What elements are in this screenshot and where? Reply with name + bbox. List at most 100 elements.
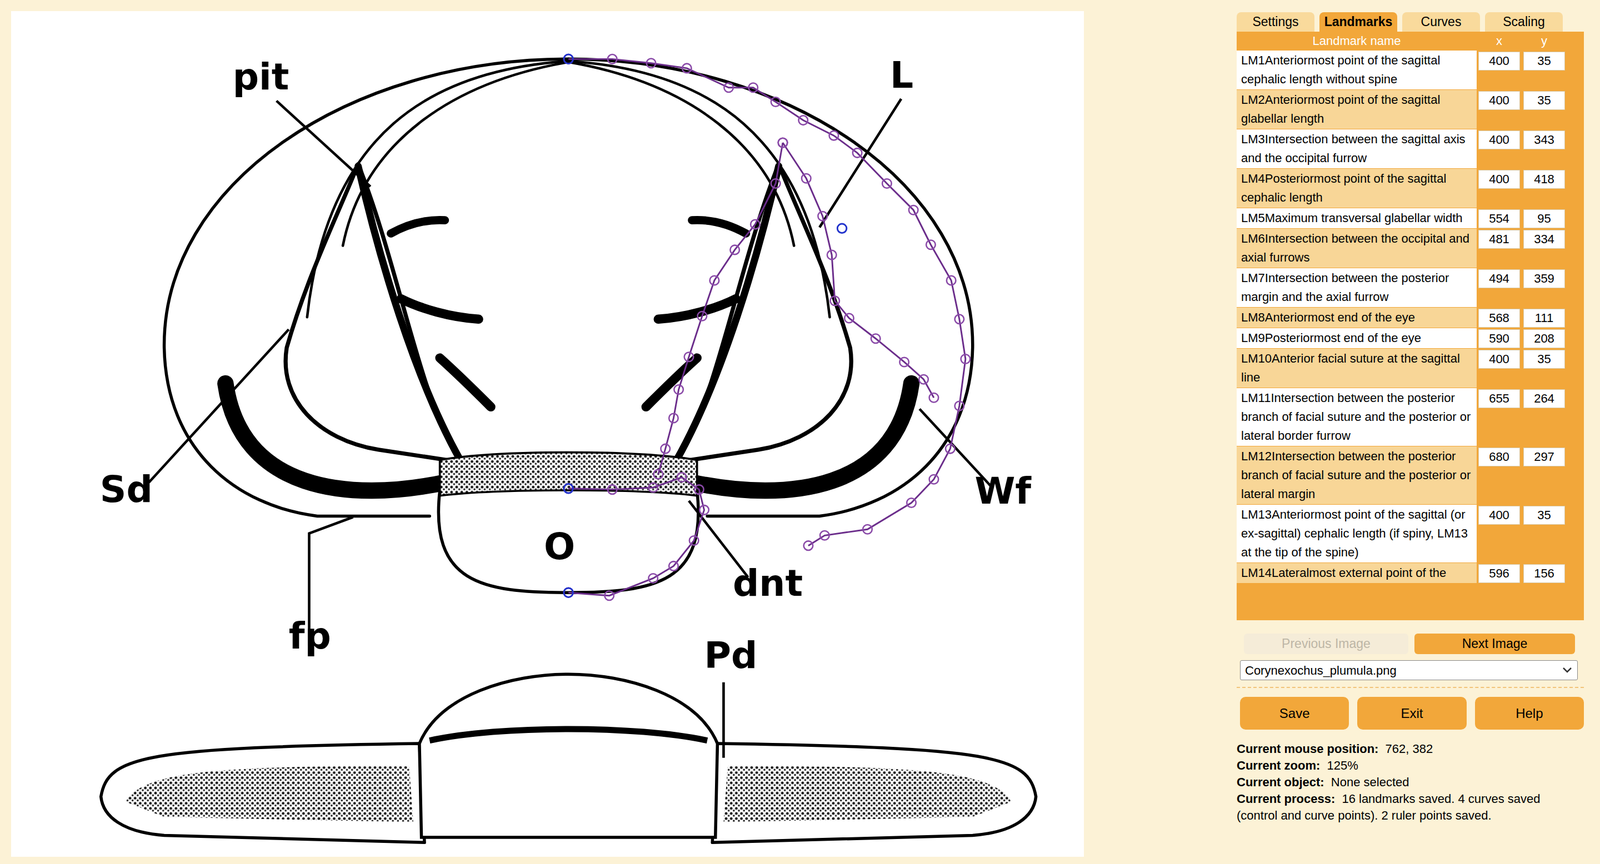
coord-input-y[interactable]: 35	[1523, 506, 1565, 525]
table-row[interactable]: LM2Anteriormost point of the sagittal gl…	[1236, 89, 1584, 129]
coord-cell: 343	[1521, 129, 1567, 150]
landmark-name: LM5Maximum transversal glabellar width	[1236, 208, 1477, 229]
action-buttons: SaveExitHelp	[1236, 697, 1584, 730]
coord-cell: 359	[1521, 268, 1567, 289]
coord-input-y[interactable]: 343	[1523, 130, 1565, 150]
coord-input-x[interactable]: 596	[1478, 564, 1520, 584]
file-select[interactable]: Corynexochus_plumula.png	[1240, 660, 1578, 681]
tab-label: Curves	[1421, 12, 1462, 32]
table-row[interactable]: LM14Lateralmost external point of the596…	[1236, 562, 1584, 584]
coord-cell: 95	[1521, 208, 1567, 229]
coord-cell: 208	[1521, 328, 1567, 349]
coord-cell: 568	[1476, 307, 1522, 328]
coord-input-x[interactable]: 400	[1478, 506, 1520, 525]
landmark-name: LM12Intersection between the posterior b…	[1236, 446, 1477, 505]
tab[interactable]: Settings	[1236, 12, 1315, 32]
coord-cell: 35	[1521, 50, 1567, 71]
table-row[interactable]: LM9Posteriormost end of the eye590208	[1236, 327, 1584, 349]
coord-input-x[interactable]: 400	[1478, 91, 1520, 110]
table-row[interactable]: LM4Posteriormost point of the sagittal c…	[1236, 168, 1584, 208]
next-image-button[interactable]: Next Image	[1414, 633, 1575, 655]
coord-cell: 400	[1476, 129, 1522, 150]
figure-label: Sd	[100, 468, 153, 512]
coord-cell: 655	[1476, 388, 1522, 409]
coord-cell: 481	[1476, 228, 1522, 249]
coord-cell: 400	[1476, 50, 1522, 71]
curve-overlay[interactable]	[563, 54, 970, 601]
tab[interactable]: Scaling	[1485, 12, 1563, 32]
coord-input-x[interactable]: 400	[1478, 350, 1520, 369]
file-select-value: Corynexochus_plumula.png	[1245, 661, 1397, 680]
coord-input-y[interactable]: 95	[1523, 209, 1565, 229]
column-header: Landmark name	[1236, 31, 1477, 50]
table-row[interactable]: LM8Anteriormost end of the eye568111	[1236, 307, 1584, 328]
coord-cell: 297	[1521, 446, 1567, 467]
coord-cell: 400	[1476, 505, 1522, 525]
status-label: Current mouse position:	[1236, 742, 1379, 757]
tab-label: Landmarks	[1324, 12, 1393, 32]
status-line: Current object: None selected	[1236, 774, 1582, 792]
coord-input-y[interactable]: 359	[1523, 269, 1565, 289]
coord-input-x[interactable]: 494	[1478, 269, 1520, 289]
table-row[interactable]: LM12Intersection between the posterior b…	[1236, 446, 1584, 505]
status-value: 125%	[1326, 758, 1358, 773]
coord-cell: 35	[1521, 348, 1567, 369]
table-row[interactable]: LM6Intersection between the occipital an…	[1236, 228, 1584, 268]
coord-cell: 400	[1476, 168, 1522, 189]
image-canvas[interactable]: pitLSdWfdntOfpPd	[11, 11, 1084, 858]
table-row[interactable]: LM11Intersection between the posterior b…	[1236, 387, 1584, 447]
coord-cell: 156	[1521, 563, 1567, 584]
tab[interactable]: Landmarks	[1319, 12, 1398, 32]
status-label: Current zoom:	[1236, 758, 1320, 773]
coord-input-y[interactable]: 35	[1523, 350, 1565, 369]
exit-button[interactable]: Exit	[1357, 697, 1467, 730]
coord-input-x[interactable]: 655	[1478, 389, 1520, 409]
coord-input-y[interactable]: 297	[1523, 447, 1565, 467]
figure-label: Pd	[704, 634, 758, 678]
coord-input-y[interactable]: 208	[1523, 329, 1565, 349]
coord-cell: 334	[1521, 228, 1567, 249]
status-area: Current mouse position: 762, 382Current …	[1236, 741, 1584, 825]
button-label: Previous Image	[1281, 634, 1371, 654]
figure-label: O	[543, 525, 575, 569]
coord-input-y[interactable]: 334	[1523, 230, 1565, 249]
tab[interactable]: Curves	[1402, 12, 1480, 32]
chevron-down-icon	[1561, 666, 1573, 675]
coord-input-x[interactable]: 400	[1478, 51, 1520, 71]
coord-input-y[interactable]: 35	[1523, 91, 1565, 110]
table-row[interactable]: LM10Anterior facial suture at the sagitt…	[1236, 348, 1584, 388]
save-button[interactable]: Save	[1240, 697, 1349, 730]
coord-cell: 680	[1476, 446, 1522, 467]
table-row[interactable]: LM7Intersection between the posterior ma…	[1236, 267, 1584, 308]
landmark-name: LM2Anteriormost point of the sagittal gl…	[1236, 90, 1477, 129]
coord-input-y[interactable]: 156	[1523, 564, 1565, 584]
status-line: Current zoom: 125%	[1236, 757, 1582, 775]
button-label: Next Image	[1462, 634, 1528, 654]
landmark-name: LM13Anteriormost point of the sagittal (…	[1236, 505, 1477, 563]
table-row[interactable]: LM13Anteriormost point of the sagittal (…	[1236, 504, 1584, 563]
coord-input-x[interactable]: 680	[1478, 447, 1520, 467]
figure-label: Wf	[974, 470, 1032, 513]
coord-input-x[interactable]: 400	[1478, 130, 1520, 150]
side-panel: Settings Landmarks Curves Scaling Landmark n…	[1236, 12, 1584, 825]
coord-input-x[interactable]: 568	[1478, 308, 1520, 328]
help-button[interactable]: Help	[1475, 697, 1584, 730]
coord-input-y[interactable]: 418	[1523, 170, 1565, 189]
previous-image-button: Previous Image	[1243, 633, 1409, 655]
table-row[interactable]: LM3Intersection between the sagittal axi…	[1236, 128, 1584, 169]
coord-input-x[interactable]: 481	[1478, 230, 1520, 249]
tab-bar: Settings Landmarks Curves Scaling	[1236, 12, 1584, 32]
coord-input-y[interactable]: 111	[1523, 308, 1565, 328]
table-row[interactable]: LM5Maximum transversal glabellar width55…	[1236, 207, 1584, 229]
table-row[interactable]: LM1Anteriormost point of the sagittal ce…	[1236, 50, 1584, 90]
coord-input-x[interactable]: 554	[1478, 209, 1520, 229]
coord-cell: 35	[1521, 90, 1567, 110]
column-header: y	[1521, 31, 1567, 50]
coord-input-y[interactable]: 264	[1523, 389, 1565, 409]
coord-input-y[interactable]: 35	[1523, 51, 1565, 71]
coord-cell: 264	[1521, 388, 1567, 409]
coord-cell: 418	[1521, 168, 1567, 189]
coord-input-x[interactable]: 400	[1478, 170, 1520, 189]
coord-cell: 400	[1476, 90, 1522, 110]
coord-input-x[interactable]: 590	[1478, 329, 1520, 349]
